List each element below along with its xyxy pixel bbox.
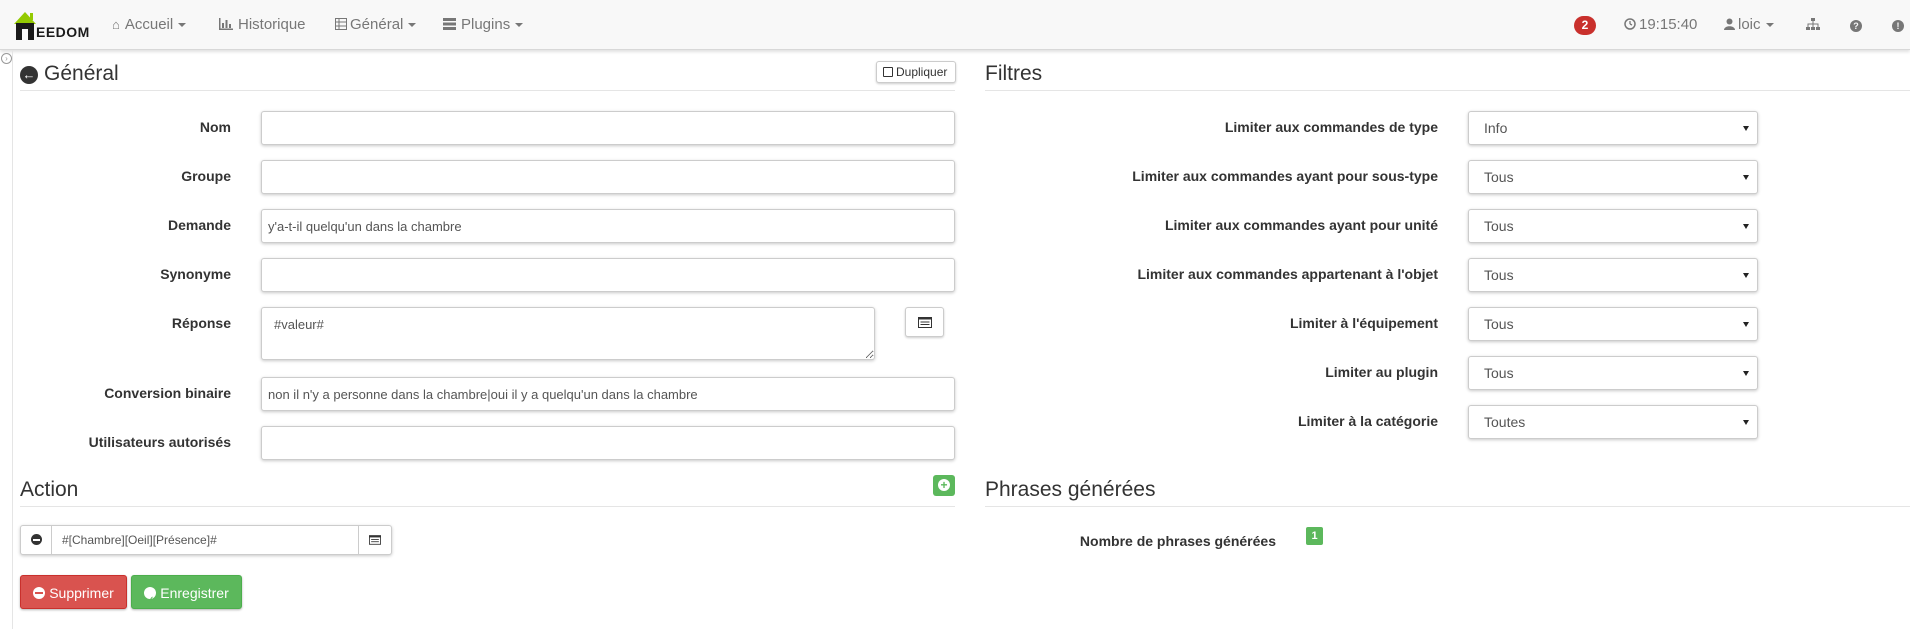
demande-input[interactable]: [261, 209, 955, 243]
nom-label: Nom: [199, 119, 231, 135]
list-icon: [443, 18, 456, 30]
action-command-picker-button[interactable]: [358, 526, 391, 554]
user-icon: [1724, 18, 1735, 30]
menu-historique[interactable]: Historique: [219, 0, 306, 50]
action-command-input[interactable]: [53, 526, 358, 554]
demande-label: Demande: [167, 217, 231, 233]
chevron-down-icon: [515, 23, 524, 28]
menu-plugins[interactable]: Plugins: [443, 0, 524, 50]
filter-unit-select[interactable]: Tous: [1468, 209, 1758, 243]
nom-input[interactable]: [261, 111, 955, 145]
synonyme-label: Synonyme: [160, 266, 231, 282]
phrases-legend: Phrases générées: [985, 478, 1910, 507]
synonyme-input[interactable]: [261, 258, 955, 292]
grid-icon: [335, 18, 347, 30]
help-button[interactable]: ?: [1850, 0, 1862, 50]
filter-category-select[interactable]: Toutes: [1468, 405, 1758, 439]
minus-circle-icon: [31, 534, 42, 545]
check-circle-icon: ✓: [144, 587, 157, 606]
select-arrow-icon: [1743, 273, 1749, 278]
menu-accueil[interactable]: ⌂ Accueil: [112, 0, 187, 50]
action-legend: Action: [20, 478, 955, 507]
reponse-textarea[interactable]: #valeur#: [261, 307, 875, 360]
reponse-command-picker-button[interactable]: [905, 307, 944, 337]
brand-text: EEDOM: [36, 24, 90, 40]
phrases-count-label: Nombre de phrases générées: [1079, 533, 1276, 549]
house-logo-icon: [14, 12, 36, 40]
filter-subtype-select[interactable]: Tous: [1468, 160, 1758, 194]
filter-object-label: Limiter aux commandes appartenant à l'ob…: [1137, 266, 1438, 282]
phrases-count-badge[interactable]: 1: [1306, 527, 1323, 545]
filter-equipment-select[interactable]: Tous: [1468, 307, 1758, 341]
groupe-label: Groupe: [181, 168, 231, 184]
filter-plugin-select[interactable]: Tous: [1468, 356, 1758, 390]
filter-equipment-label: Limiter à l'équipement: [1289, 315, 1438, 331]
delete-button[interactable]: Supprimer: [20, 575, 127, 609]
general-legend: ← Général: [20, 62, 955, 91]
question-icon: ?: [1850, 20, 1862, 32]
utilisateurs-label: Utilisateurs autorisés: [88, 434, 231, 450]
filter-subtype-label: Limiter aux commandes ayant pour sous-ty…: [1132, 168, 1438, 184]
select-arrow-icon: [1743, 175, 1749, 180]
chevron-down-icon: [408, 23, 417, 28]
user-menu[interactable]: loic: [1724, 0, 1774, 50]
back-arrow-icon[interactable]: ←: [20, 66, 38, 84]
filtres-legend: Filtres: [985, 62, 1910, 91]
info-button[interactable]: !: [1892, 0, 1904, 50]
list-alt-icon: [369, 535, 381, 545]
clock: 19:15:40: [1624, 0, 1697, 50]
select-arrow-icon: [1743, 371, 1749, 376]
minus-circle-icon: [33, 587, 46, 599]
groupe-input[interactable]: [261, 160, 955, 194]
sitemap-icon: [1806, 18, 1820, 30]
conversion-input[interactable]: [261, 377, 955, 411]
list-alt-icon: [918, 317, 932, 328]
chevron-down-icon: [178, 23, 187, 28]
filter-object-select[interactable]: Tous: [1468, 258, 1758, 292]
utilisateurs-input[interactable]: [261, 426, 955, 460]
filter-plugin-label: Limiter au plugin: [1325, 364, 1438, 380]
bar-chart-icon: [219, 18, 233, 30]
select-arrow-icon: [1743, 126, 1749, 131]
duplicate-button[interactable]: Dupliquer: [876, 61, 956, 83]
copy-icon: [883, 67, 893, 77]
action-row: [20, 525, 392, 555]
filter-unit-label: Limiter aux commandes ayant pour unité: [1164, 217, 1438, 233]
reponse-label: Réponse: [171, 315, 231, 331]
conversion-label: Conversion binaire: [104, 385, 231, 401]
filter-type-label: Limiter aux commandes de type: [1224, 119, 1438, 135]
save-button[interactable]: ✓ Enregistrer: [131, 575, 242, 609]
add-action-button[interactable]: +: [933, 475, 955, 496]
home-icon: ⌂: [112, 17, 120, 32]
menu-general[interactable]: Général: [335, 0, 417, 50]
select-arrow-icon: [1743, 224, 1749, 229]
network-button[interactable]: [1806, 0, 1820, 50]
info-icon: !: [1892, 20, 1904, 32]
sidebar-toggle-icon[interactable]: ›: [1, 53, 12, 64]
top-navbar: EEDOM ⌂ Accueil Historique Général Plugin…: [0, 0, 1910, 50]
jeedom-logo[interactable]: EEDOM: [12, 8, 90, 42]
select-arrow-icon: [1743, 322, 1749, 327]
plus-circle-icon: +: [938, 479, 950, 491]
notification-badge[interactable]: 2: [1574, 16, 1596, 35]
filter-type-select[interactable]: Info: [1468, 111, 1758, 145]
remove-action-button[interactable]: [21, 526, 52, 554]
select-arrow-icon: [1743, 420, 1749, 425]
clock-icon: [1624, 18, 1636, 30]
sidebar-edge: [12, 50, 13, 629]
chevron-down-icon: [1765, 23, 1774, 28]
filter-category-label: Limiter à la catégorie: [1297, 413, 1438, 429]
